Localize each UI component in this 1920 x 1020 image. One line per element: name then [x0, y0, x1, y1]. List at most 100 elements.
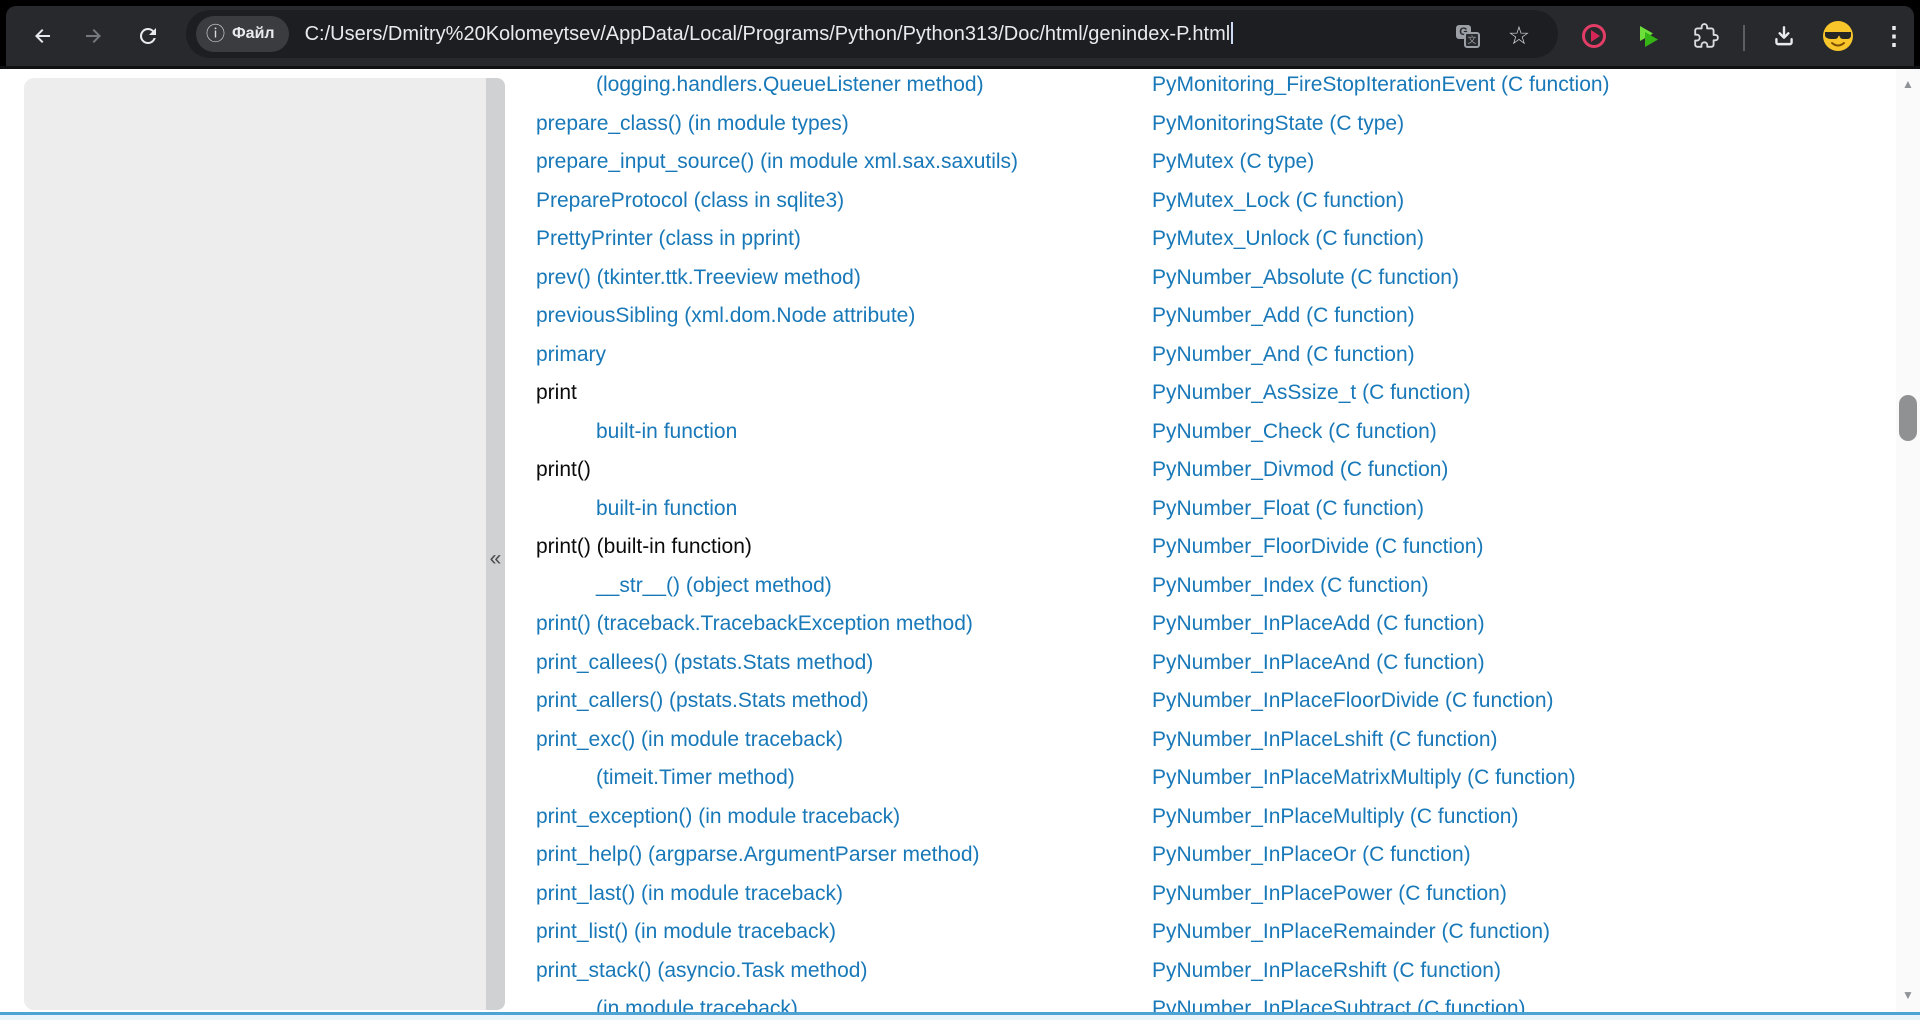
index-entry-link[interactable]: PyMutex_Unlock (C function)	[1152, 227, 1424, 250]
index-entry-link[interactable]: print() (traceback.TracebackException me…	[536, 612, 973, 635]
index-entry-link[interactable]: PyNumber_InPlaceAnd (C function)	[1152, 651, 1485, 674]
index-entry: PyNumber_Float (C function)	[1152, 490, 1610, 529]
index-entry: previousSibling (xml.dom.Node attribute)	[536, 297, 1018, 336]
back-icon[interactable]	[29, 22, 57, 50]
index-entry: PyNumber_InPlaceAnd (C function)	[1152, 644, 1610, 683]
index-entry: print_stack() (asyncio.Task method)	[536, 952, 1018, 991]
index-entry-link[interactable]: __str__() (object method)	[596, 574, 832, 597]
index-entry-link[interactable]: print_stack() (asyncio.Task method)	[536, 959, 867, 982]
index-entry: print() (traceback.TracebackException me…	[536, 605, 1018, 644]
index-entry-link[interactable]: (timeit.Timer method)	[596, 766, 795, 789]
index-entry: PyNumber_InPlaceFloorDivide (C function)	[1152, 682, 1610, 721]
index-entry-link[interactable]: PyNumber_Check (C function)	[1152, 420, 1437, 443]
index-entry: PyNumber_InPlaceOr (C function)	[1152, 836, 1610, 875]
index-entry-link[interactable]: (logging.handlers.QueueListener method)	[596, 73, 984, 96]
index-entry: PyNumber_Add (C function)	[1152, 297, 1610, 336]
index-entry: print_help() (argparse.ArgumentParser me…	[536, 836, 1018, 875]
index-entry-link[interactable]: PyNumber_InPlaceLshift (C function)	[1152, 728, 1498, 751]
extension-red-play-icon[interactable]	[1580, 22, 1608, 50]
index-entry-link[interactable]: PyMonitoringState (C type)	[1152, 112, 1404, 135]
index-entry: PyNumber_FloorDivide (C function)	[1152, 528, 1610, 567]
scrollbar-thumb[interactable]	[1899, 395, 1917, 441]
sidebar-panel	[24, 78, 486, 1010]
index-entry-link[interactable]: PyNumber_Index (C function)	[1152, 574, 1429, 597]
index-entry-link[interactable]: primary	[536, 343, 606, 366]
index-entry: primary	[536, 336, 1018, 375]
reload-icon[interactable]	[134, 22, 162, 50]
index-entry-link[interactable]: PyNumber_Divmod (C function)	[1152, 458, 1448, 481]
index-entry: PyNumber_InPlaceMatrixMultiply (C functi…	[1152, 759, 1610, 798]
address-bar[interactable]: ⓘ Файл C:/Users/Dmitry%20Kolomeytsev/App…	[186, 10, 1558, 58]
index-entry-link[interactable]: PrettyPrinter (class in pprint)	[536, 227, 801, 250]
index-entry-link[interactable]: print_exc() (in module traceback)	[536, 728, 843, 751]
index-entry-link[interactable]: PyMutex (C type)	[1152, 150, 1314, 173]
index-entry-link: print	[536, 381, 577, 404]
index-entry: PyNumber_InPlaceRshift (C function)	[1152, 952, 1610, 991]
index-entry: PyNumber_AsSsize_t (C function)	[1152, 374, 1610, 413]
index-entry-link[interactable]: PrepareProtocol (class in sqlite3)	[536, 189, 844, 212]
index-entry: print_exc() (in module traceback)	[536, 721, 1018, 760]
translate-icon[interactable]: G 文	[1454, 22, 1482, 50]
index-entry: PyNumber_Divmod (C function)	[1152, 451, 1610, 490]
index-entry-link[interactable]: PyNumber_Float (C function)	[1152, 497, 1424, 520]
index-entry: (in module traceback)	[536, 990, 1018, 1012]
index-entry-link[interactable]: PyNumber_InPlacePower (C function)	[1152, 882, 1507, 905]
menu-dots-icon[interactable]: ⋮	[1880, 22, 1908, 50]
sidebar-collapse-handle[interactable]: «	[486, 78, 505, 1010]
index-entry: PyNumber_InPlaceAdd (C function)	[1152, 605, 1610, 644]
index-entry-link[interactable]: PyMonitoring_FireStopIterationEvent (C f…	[1152, 73, 1610, 96]
index-column-right: PyMonitoring_FireStopIterationEvent (C f…	[1152, 69, 1610, 1012]
index-entry-link[interactable]: prepare_class() (in module types)	[536, 112, 849, 135]
site-info-chip[interactable]: ⓘ Файл	[196, 16, 289, 52]
index-entry-link[interactable]: PyNumber_InPlaceFloorDivide (C function)	[1152, 689, 1554, 712]
bookmark-star-icon[interactable]: ☆	[1505, 22, 1533, 50]
index-entry: PyNumber_InPlaceRemainder (C function)	[1152, 913, 1610, 952]
downloads-icon[interactable]	[1770, 22, 1798, 50]
index-entry-link[interactable]: PyNumber_Absolute (C function)	[1152, 266, 1459, 289]
index-entry: PyMonitoringState (C type)	[1152, 105, 1610, 144]
index-entry: PyNumber_InPlaceLshift (C function)	[1152, 721, 1610, 760]
index-entry-link[interactable]: print_help() (argparse.ArgumentParser me…	[536, 843, 980, 866]
index-entry-link[interactable]: PyNumber_FloorDivide (C function)	[1152, 535, 1483, 558]
index-entry-link[interactable]: (in module traceback)	[596, 997, 798, 1012]
profile-avatar[interactable]	[1822, 20, 1854, 52]
page-content: « (logging.handlers.QueueListener method…	[0, 69, 1920, 1012]
index-entry: PrettyPrinter (class in pprint)	[536, 220, 1018, 259]
extension-green-play-icon[interactable]	[1635, 22, 1663, 50]
index-entry-link[interactable]: PyNumber_And (C function)	[1152, 343, 1415, 366]
index-entry: (timeit.Timer method)	[536, 759, 1018, 798]
index-entry-link[interactable]: built-in function	[596, 497, 737, 520]
index-entry-link[interactable]: previousSibling (xml.dom.Node attribute)	[536, 304, 915, 327]
index-entry-link[interactable]: PyNumber_InPlaceOr (C function)	[1152, 843, 1471, 866]
index-entry: prepare_class() (in module types)	[536, 105, 1018, 144]
index-entry-link[interactable]: prepare_input_source() (in module xml.sa…	[536, 150, 1018, 173]
index-entry-link[interactable]: PyMutex_Lock (C function)	[1152, 189, 1404, 212]
index-entry-link[interactable]: prev() (tkinter.ttk.Treeview method)	[536, 266, 861, 289]
index-entry-link[interactable]: PyNumber_AsSsize_t (C function)	[1152, 381, 1471, 404]
page-scrollbar[interactable]: ▲ ▼	[1896, 69, 1920, 1012]
forward-icon[interactable]	[79, 22, 107, 50]
index-entry-link[interactable]: PyNumber_InPlaceRshift (C function)	[1152, 959, 1501, 982]
index-entry-link[interactable]: PyNumber_InPlaceMultiply (C function)	[1152, 805, 1518, 828]
index-entry-link[interactable]: print_list() (in module traceback)	[536, 920, 836, 943]
extensions-puzzle-icon[interactable]	[1692, 22, 1720, 50]
index-entry: prepare_input_source() (in module xml.sa…	[536, 143, 1018, 182]
info-icon: ⓘ	[206, 25, 225, 44]
index-entry-link[interactable]: PyNumber_InPlaceAdd (C function)	[1152, 612, 1485, 635]
index-entry-link[interactable]: PyNumber_InPlaceSubtract (C function)	[1152, 997, 1526, 1012]
index-entry: (logging.handlers.QueueListener method)	[536, 69, 1018, 105]
index-entry-link[interactable]: print_callees() (pstats.Stats method)	[536, 651, 873, 674]
index-entry-link[interactable]: built-in function	[596, 420, 737, 443]
index-entry: PyNumber_InPlacePower (C function)	[1152, 875, 1610, 914]
index-entry-link[interactable]: print_exception() (in module traceback)	[536, 805, 900, 828]
index-entry: prev() (tkinter.ttk.Treeview method)	[536, 259, 1018, 298]
index-entry-link[interactable]: PyNumber_InPlaceMatrixMultiply (C functi…	[1152, 766, 1576, 789]
browser-toolbar: ⓘ Файл C:/Users/Dmitry%20Kolomeytsev/App…	[6, 6, 1914, 66]
url-text[interactable]: C:/Users/Dmitry%20Kolomeytsev/AppData/Lo…	[305, 22, 1234, 46]
scroll-up-icon[interactable]: ▲	[1896, 77, 1920, 91]
index-entry-link[interactable]: print_last() (in module traceback)	[536, 882, 843, 905]
index-entry-link[interactable]: print_callers() (pstats.Stats method)	[536, 689, 869, 712]
index-entry-link[interactable]: PyNumber_Add (C function)	[1152, 304, 1415, 327]
scroll-down-icon[interactable]: ▼	[1896, 988, 1920, 1002]
index-entry-link[interactable]: PyNumber_InPlaceRemainder (C function)	[1152, 920, 1550, 943]
